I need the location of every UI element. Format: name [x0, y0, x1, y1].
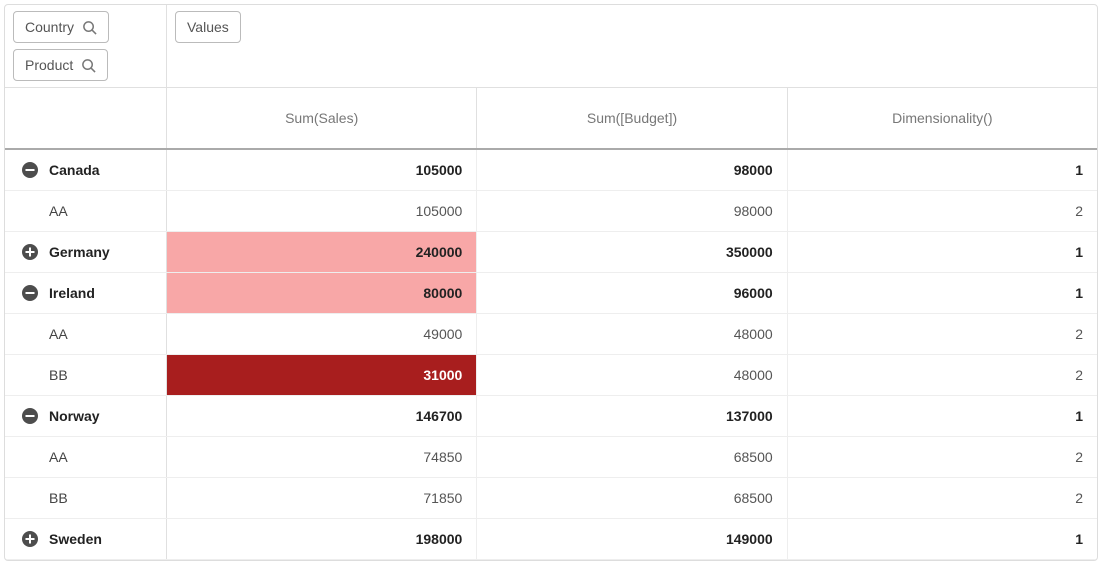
dimension-chip-label: Country — [25, 19, 74, 35]
row-label-cell[interactable]: Canada — [5, 150, 167, 190]
table-row: Sweden 1980001490001 — [5, 519, 1097, 560]
table-row: Ireland 80000960001 — [5, 273, 1097, 314]
table-row: AA 105000980002 — [5, 191, 1097, 232]
row-label-cell[interactable]: Sweden — [5, 519, 167, 559]
corner-cell — [5, 88, 167, 148]
column-header-dimensionality[interactable]: Dimensionality() — [788, 88, 1097, 148]
pivot-header-zone: Country Product Values — [5, 5, 1097, 88]
cell-dimensionality[interactable]: 2 — [788, 478, 1097, 518]
cell-budget[interactable]: 350000 — [477, 232, 787, 272]
row-dimensions-panel: Country Product — [5, 5, 167, 87]
collapse-icon[interactable] — [21, 407, 39, 425]
cell-budget[interactable]: 149000 — [477, 519, 787, 559]
cell-budget[interactable]: 137000 — [477, 396, 787, 436]
cell-sales[interactable]: 198000 — [167, 519, 477, 559]
row-label-text: Germany — [49, 244, 110, 260]
values-chip[interactable]: Values — [175, 11, 241, 43]
cell-dimensionality[interactable]: 1 — [788, 273, 1097, 313]
row-label-cell[interactable]: BB — [5, 478, 167, 518]
table-row: BB 31000480002 — [5, 355, 1097, 396]
expand-icon[interactable] — [21, 243, 39, 261]
search-icon — [82, 20, 97, 35]
cell-dimensionality[interactable]: 1 — [788, 150, 1097, 190]
cell-budget[interactable]: 68500 — [477, 437, 787, 477]
cell-budget[interactable]: 68500 — [477, 478, 787, 518]
cell-dimensionality[interactable]: 2 — [788, 355, 1097, 395]
row-label-text: BB — [49, 490, 68, 506]
row-label-cell[interactable]: AA — [5, 191, 167, 231]
dimension-chip-product[interactable]: Product — [13, 49, 108, 81]
collapse-icon[interactable] — [21, 284, 39, 302]
cell-dimensionality[interactable]: 1 — [788, 396, 1097, 436]
table-row: Canada 105000980001 — [5, 150, 1097, 191]
cell-sales[interactable]: 146700 — [167, 396, 477, 436]
cell-sales[interactable]: 49000 — [167, 314, 477, 354]
row-label-text: Ireland — [49, 285, 95, 301]
collapse-icon[interactable] — [21, 161, 39, 179]
row-label-text: BB — [49, 367, 68, 383]
row-label-text: AA — [49, 203, 68, 219]
cell-dimensionality[interactable]: 1 — [788, 519, 1097, 559]
row-label-text: AA — [49, 326, 68, 342]
dimension-chip-country[interactable]: Country — [13, 11, 109, 43]
table-row: Germany 2400003500001 — [5, 232, 1097, 273]
row-label-cell[interactable]: Germany — [5, 232, 167, 272]
table-row: AA 49000480002 — [5, 314, 1097, 355]
cell-sales[interactable]: 80000 — [167, 273, 477, 313]
column-dimensions-panel: Values — [167, 5, 1097, 87]
pivot-table: Country Product Values Sum(Sales) Sum([B… — [4, 4, 1098, 561]
column-header-sales[interactable]: Sum(Sales) — [167, 88, 477, 148]
cell-sales[interactable]: 74850 — [167, 437, 477, 477]
cell-sales[interactable]: 105000 — [167, 150, 477, 190]
cell-budget[interactable]: 98000 — [477, 191, 787, 231]
pivot-body: Canada105000980001AA105000980002Germany2… — [5, 150, 1097, 560]
table-row: BB 71850685002 — [5, 478, 1097, 519]
row-label-text: Norway — [49, 408, 100, 424]
cell-budget[interactable]: 98000 — [477, 150, 787, 190]
row-label-text: AA — [49, 449, 68, 465]
dimension-chip-label: Product — [25, 57, 73, 73]
column-header-budget[interactable]: Sum([Budget]) — [477, 88, 787, 148]
cell-budget[interactable]: 48000 — [477, 355, 787, 395]
row-label-cell[interactable]: Ireland — [5, 273, 167, 313]
expand-icon[interactable] — [21, 530, 39, 548]
cell-dimensionality[interactable]: 2 — [788, 437, 1097, 477]
cell-sales[interactable]: 71850 — [167, 478, 477, 518]
cell-sales[interactable]: 105000 — [167, 191, 477, 231]
values-chip-label: Values — [187, 19, 229, 35]
cell-dimensionality[interactable]: 1 — [788, 232, 1097, 272]
column-headers-row: Sum(Sales) Sum([Budget]) Dimensionality(… — [5, 88, 1097, 150]
cell-dimensionality[interactable]: 2 — [788, 191, 1097, 231]
cell-dimensionality[interactable]: 2 — [788, 314, 1097, 354]
row-label-text: Canada — [49, 162, 100, 178]
row-label-text: Sweden — [49, 531, 102, 547]
cell-sales[interactable]: 240000 — [167, 232, 477, 272]
search-icon — [81, 58, 96, 73]
cell-sales[interactable]: 31000 — [167, 355, 477, 395]
cell-budget[interactable]: 96000 — [477, 273, 787, 313]
row-label-cell[interactable]: Norway — [5, 396, 167, 436]
row-label-cell[interactable]: AA — [5, 314, 167, 354]
row-label-cell[interactable]: AA — [5, 437, 167, 477]
table-row: AA 74850685002 — [5, 437, 1097, 478]
cell-budget[interactable]: 48000 — [477, 314, 787, 354]
row-label-cell[interactable]: BB — [5, 355, 167, 395]
table-row: Norway 1467001370001 — [5, 396, 1097, 437]
